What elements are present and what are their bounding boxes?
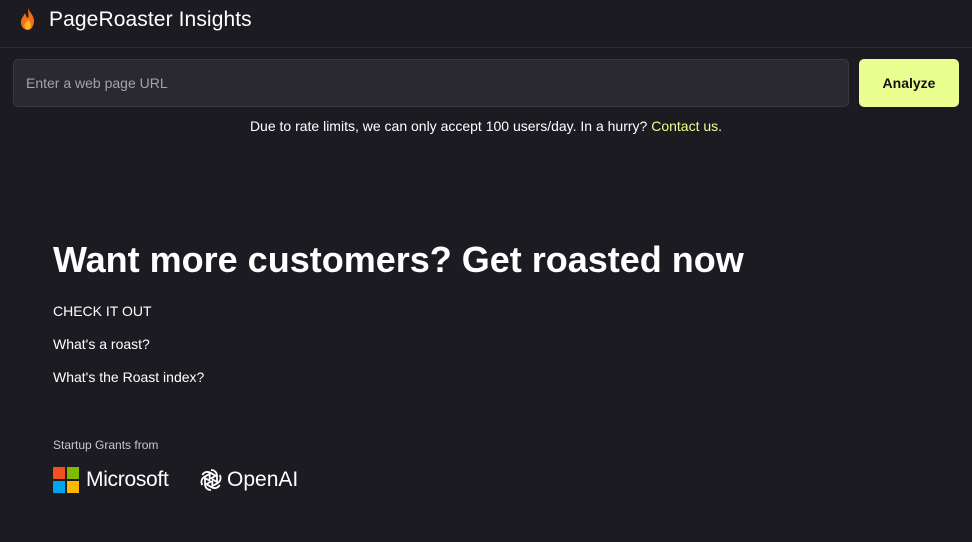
openai-logo-icon	[200, 469, 222, 491]
url-input[interactable]	[13, 59, 849, 107]
whats-a-roast-link[interactable]: What's a roast?	[53, 335, 150, 353]
app-title: PageRoaster Insights	[49, 8, 252, 31]
openai-name: OpenAI	[227, 468, 299, 491]
contact-us-link[interactable]: Contact us	[651, 118, 718, 134]
top-header: PageRoaster Insights	[0, 0, 972, 48]
grants-label: Startup Grants from	[53, 438, 159, 452]
analyze-button[interactable]: Analyze	[859, 59, 959, 107]
hero-title: Want more customers? Get roasted now	[53, 239, 744, 280]
check-it-out-link[interactable]: CHECK IT OUT	[53, 302, 152, 320]
flame-icon	[21, 8, 34, 30]
microsoft-name: Microsoft	[86, 468, 169, 491]
microsoft-sponsor: Microsoft	[53, 467, 169, 493]
roast-index-link[interactable]: What's the Roast index?	[53, 368, 204, 386]
microsoft-logo-icon	[53, 467, 79, 493]
rate-limit-text: Due to rate limits, we can only accept 1…	[249, 118, 652, 134]
notice-suffix: .	[718, 118, 723, 134]
openai-sponsor: OpenAI	[198, 467, 298, 493]
rate-limit-notice: Due to rate limits, we can only accept 1…	[0, 117, 972, 135]
